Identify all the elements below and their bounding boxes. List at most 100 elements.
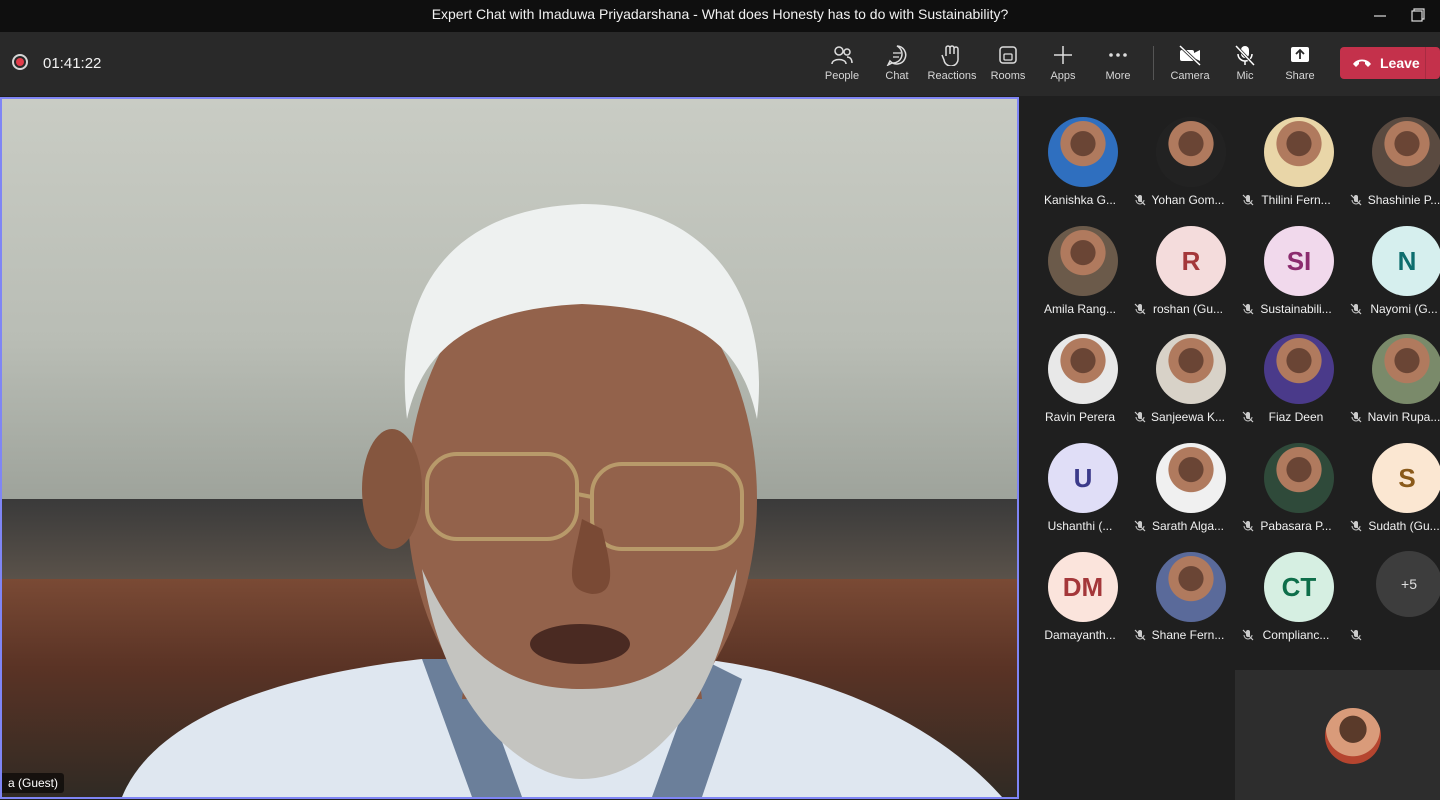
participant-initials-avatar: R bbox=[1156, 226, 1226, 296]
rooms-icon bbox=[999, 46, 1017, 64]
participant-tile[interactable]: Shane Fern... bbox=[1144, 532, 1254, 642]
participant-initials-avatar: U bbox=[1048, 443, 1118, 513]
participant-initials-avatar: S bbox=[1372, 443, 1440, 513]
video-feed bbox=[2, 99, 1017, 797]
more-label: More bbox=[1105, 70, 1131, 82]
meeting-toolbar: 01:41:22 People Chat Reactions Rooms App… bbox=[0, 32, 1440, 96]
reactions-button[interactable]: Reactions bbox=[924, 42, 980, 88]
participant-tile[interactable]: Kanishka G... bbox=[1036, 97, 1146, 207]
participant-tile[interactable]: Rroshan (Gu... bbox=[1144, 206, 1254, 316]
mic-muted-icon bbox=[1350, 629, 1362, 641]
chat-label: Chat bbox=[885, 70, 909, 82]
participant-photo bbox=[1372, 117, 1440, 187]
participant-name: Thilini Fern... bbox=[1261, 193, 1331, 207]
participant-tile[interactable]: Yohan Gom... bbox=[1144, 97, 1254, 207]
participant-tile[interactable]: S Sudath (Gu... bbox=[1360, 423, 1440, 533]
mic-button[interactable]: Mic bbox=[1217, 42, 1273, 88]
restore-icon bbox=[1411, 8, 1425, 22]
participant-initials-avatar: SI bbox=[1264, 226, 1334, 296]
leave-divider bbox=[1425, 47, 1426, 79]
rooms-button[interactable]: Rooms bbox=[980, 42, 1036, 88]
people-button[interactable]: People bbox=[814, 42, 870, 88]
participant-name: Damayanth... bbox=[1044, 628, 1116, 642]
participant-name: Sudath (Gu... bbox=[1368, 519, 1440, 533]
window-titlebar: Expert Chat with Imaduwa Priyadarshana -… bbox=[0, 0, 1440, 32]
participant-name: Yohan Gom... bbox=[1151, 193, 1225, 207]
toolbar-divider bbox=[1153, 46, 1154, 80]
people-icon bbox=[831, 46, 853, 65]
participant-photo bbox=[1156, 334, 1226, 404]
participant-name: Ushanthi (... bbox=[1047, 519, 1113, 533]
restore-button[interactable] bbox=[1406, 4, 1430, 26]
participant-photo bbox=[1156, 117, 1226, 187]
participant-name: Complianc... bbox=[1262, 628, 1330, 642]
chat-button[interactable]: Chat bbox=[869, 42, 925, 88]
minimize-icon bbox=[1374, 15, 1386, 17]
more-icon bbox=[1109, 53, 1127, 57]
participant-tile[interactable]: Sarath Alga... bbox=[1144, 423, 1254, 533]
participant-tile[interactable]: Fiaz Deen bbox=[1252, 314, 1362, 424]
rooms-label: Rooms bbox=[990, 70, 1026, 82]
participant-photo bbox=[1264, 334, 1334, 404]
participant-photo bbox=[1264, 443, 1334, 513]
camera-off-icon bbox=[1178, 44, 1202, 66]
hang-up-icon bbox=[1353, 59, 1371, 67]
share-icon bbox=[1291, 47, 1309, 62]
leave-label: Leave bbox=[1380, 55, 1420, 71]
participant-tile[interactable]: Navin Rupa... bbox=[1360, 314, 1440, 424]
more-participants-button[interactable]: +5 bbox=[1376, 551, 1440, 617]
participant-tile[interactable]: Pabasara P... bbox=[1252, 423, 1362, 533]
participant-photo bbox=[1156, 552, 1226, 622]
speaker-figure bbox=[122, 204, 1002, 797]
participant-name: Kanishka G... bbox=[1043, 193, 1117, 207]
reactions-icon bbox=[941, 45, 959, 66]
participant-tile[interactable]: Shashinie P... bbox=[1360, 97, 1440, 207]
participant-name: Shashinie P... bbox=[1367, 193, 1440, 207]
participant-tile[interactable]: DM Damayanth... bbox=[1036, 532, 1146, 642]
participant-tile[interactable]: N Nayomi (G... bbox=[1360, 206, 1440, 316]
participant-initials-avatar: CT bbox=[1264, 552, 1334, 622]
participant-name: Ravin Perera bbox=[1044, 410, 1116, 424]
participant-tile[interactable]: Sanjeewa K... bbox=[1144, 314, 1254, 424]
chat-icon bbox=[886, 45, 907, 66]
share-button[interactable]: Share bbox=[1272, 42, 1328, 88]
reactions-label: Reactions bbox=[927, 70, 977, 82]
participant-tile[interactable]: Ravin Perera bbox=[1036, 314, 1146, 424]
participant-photo bbox=[1048, 334, 1118, 404]
participant-tile[interactable]: Thilini Fern... bbox=[1252, 97, 1362, 207]
meeting-timer: 01:41:22 bbox=[43, 55, 102, 72]
participant-name: Sanjeewa K... bbox=[1150, 410, 1226, 424]
participant-tile[interactable]: U Ushanthi (... bbox=[1036, 423, 1146, 533]
participant-photo bbox=[1156, 443, 1226, 513]
speaker-name-label: a (Guest) bbox=[2, 773, 65, 793]
people-label: People bbox=[824, 70, 860, 82]
participant-name: Shane Fern... bbox=[1151, 628, 1225, 642]
mic-label: Mic bbox=[1236, 70, 1254, 82]
plus-icon bbox=[1054, 46, 1072, 64]
participant-name: Navin Rupa... bbox=[1367, 410, 1440, 424]
participant-tile[interactable]: CT Complianc... bbox=[1252, 532, 1362, 642]
minimize-button[interactable] bbox=[1368, 4, 1392, 26]
mic-off-icon bbox=[1234, 44, 1256, 66]
participant-photo bbox=[1372, 334, 1440, 404]
participant-name: Fiaz Deen bbox=[1268, 410, 1324, 424]
self-avatar bbox=[1325, 708, 1381, 764]
participant-tile[interactable]: Amila Rang... bbox=[1036, 206, 1146, 316]
active-speaker-video[interactable]: a (Guest) bbox=[0, 97, 1019, 799]
camera-button[interactable]: Camera bbox=[1162, 42, 1218, 88]
leave-button[interactable]: Leave bbox=[1340, 47, 1440, 79]
apps-button[interactable]: Apps bbox=[1035, 42, 1091, 88]
apps-label: Apps bbox=[1050, 70, 1076, 82]
participant-name: Pabasara P... bbox=[1260, 519, 1332, 533]
more-button[interactable]: More bbox=[1090, 42, 1146, 88]
participant-initials-avatar: N bbox=[1372, 226, 1440, 296]
participant-photo bbox=[1264, 117, 1334, 187]
self-view[interactable] bbox=[1235, 670, 1440, 800]
window-title: Expert Chat with Imaduwa Priyadarshana -… bbox=[431, 6, 1009, 22]
camera-label: Camera bbox=[1170, 70, 1210, 82]
recording-dot-icon bbox=[16, 58, 24, 66]
participant-name: Sarath Alga... bbox=[1151, 519, 1225, 533]
participant-photo bbox=[1048, 226, 1118, 296]
participant-tile[interactable]: SI Sustainabili... bbox=[1252, 206, 1362, 316]
participant-initials-avatar: DM bbox=[1048, 552, 1118, 622]
